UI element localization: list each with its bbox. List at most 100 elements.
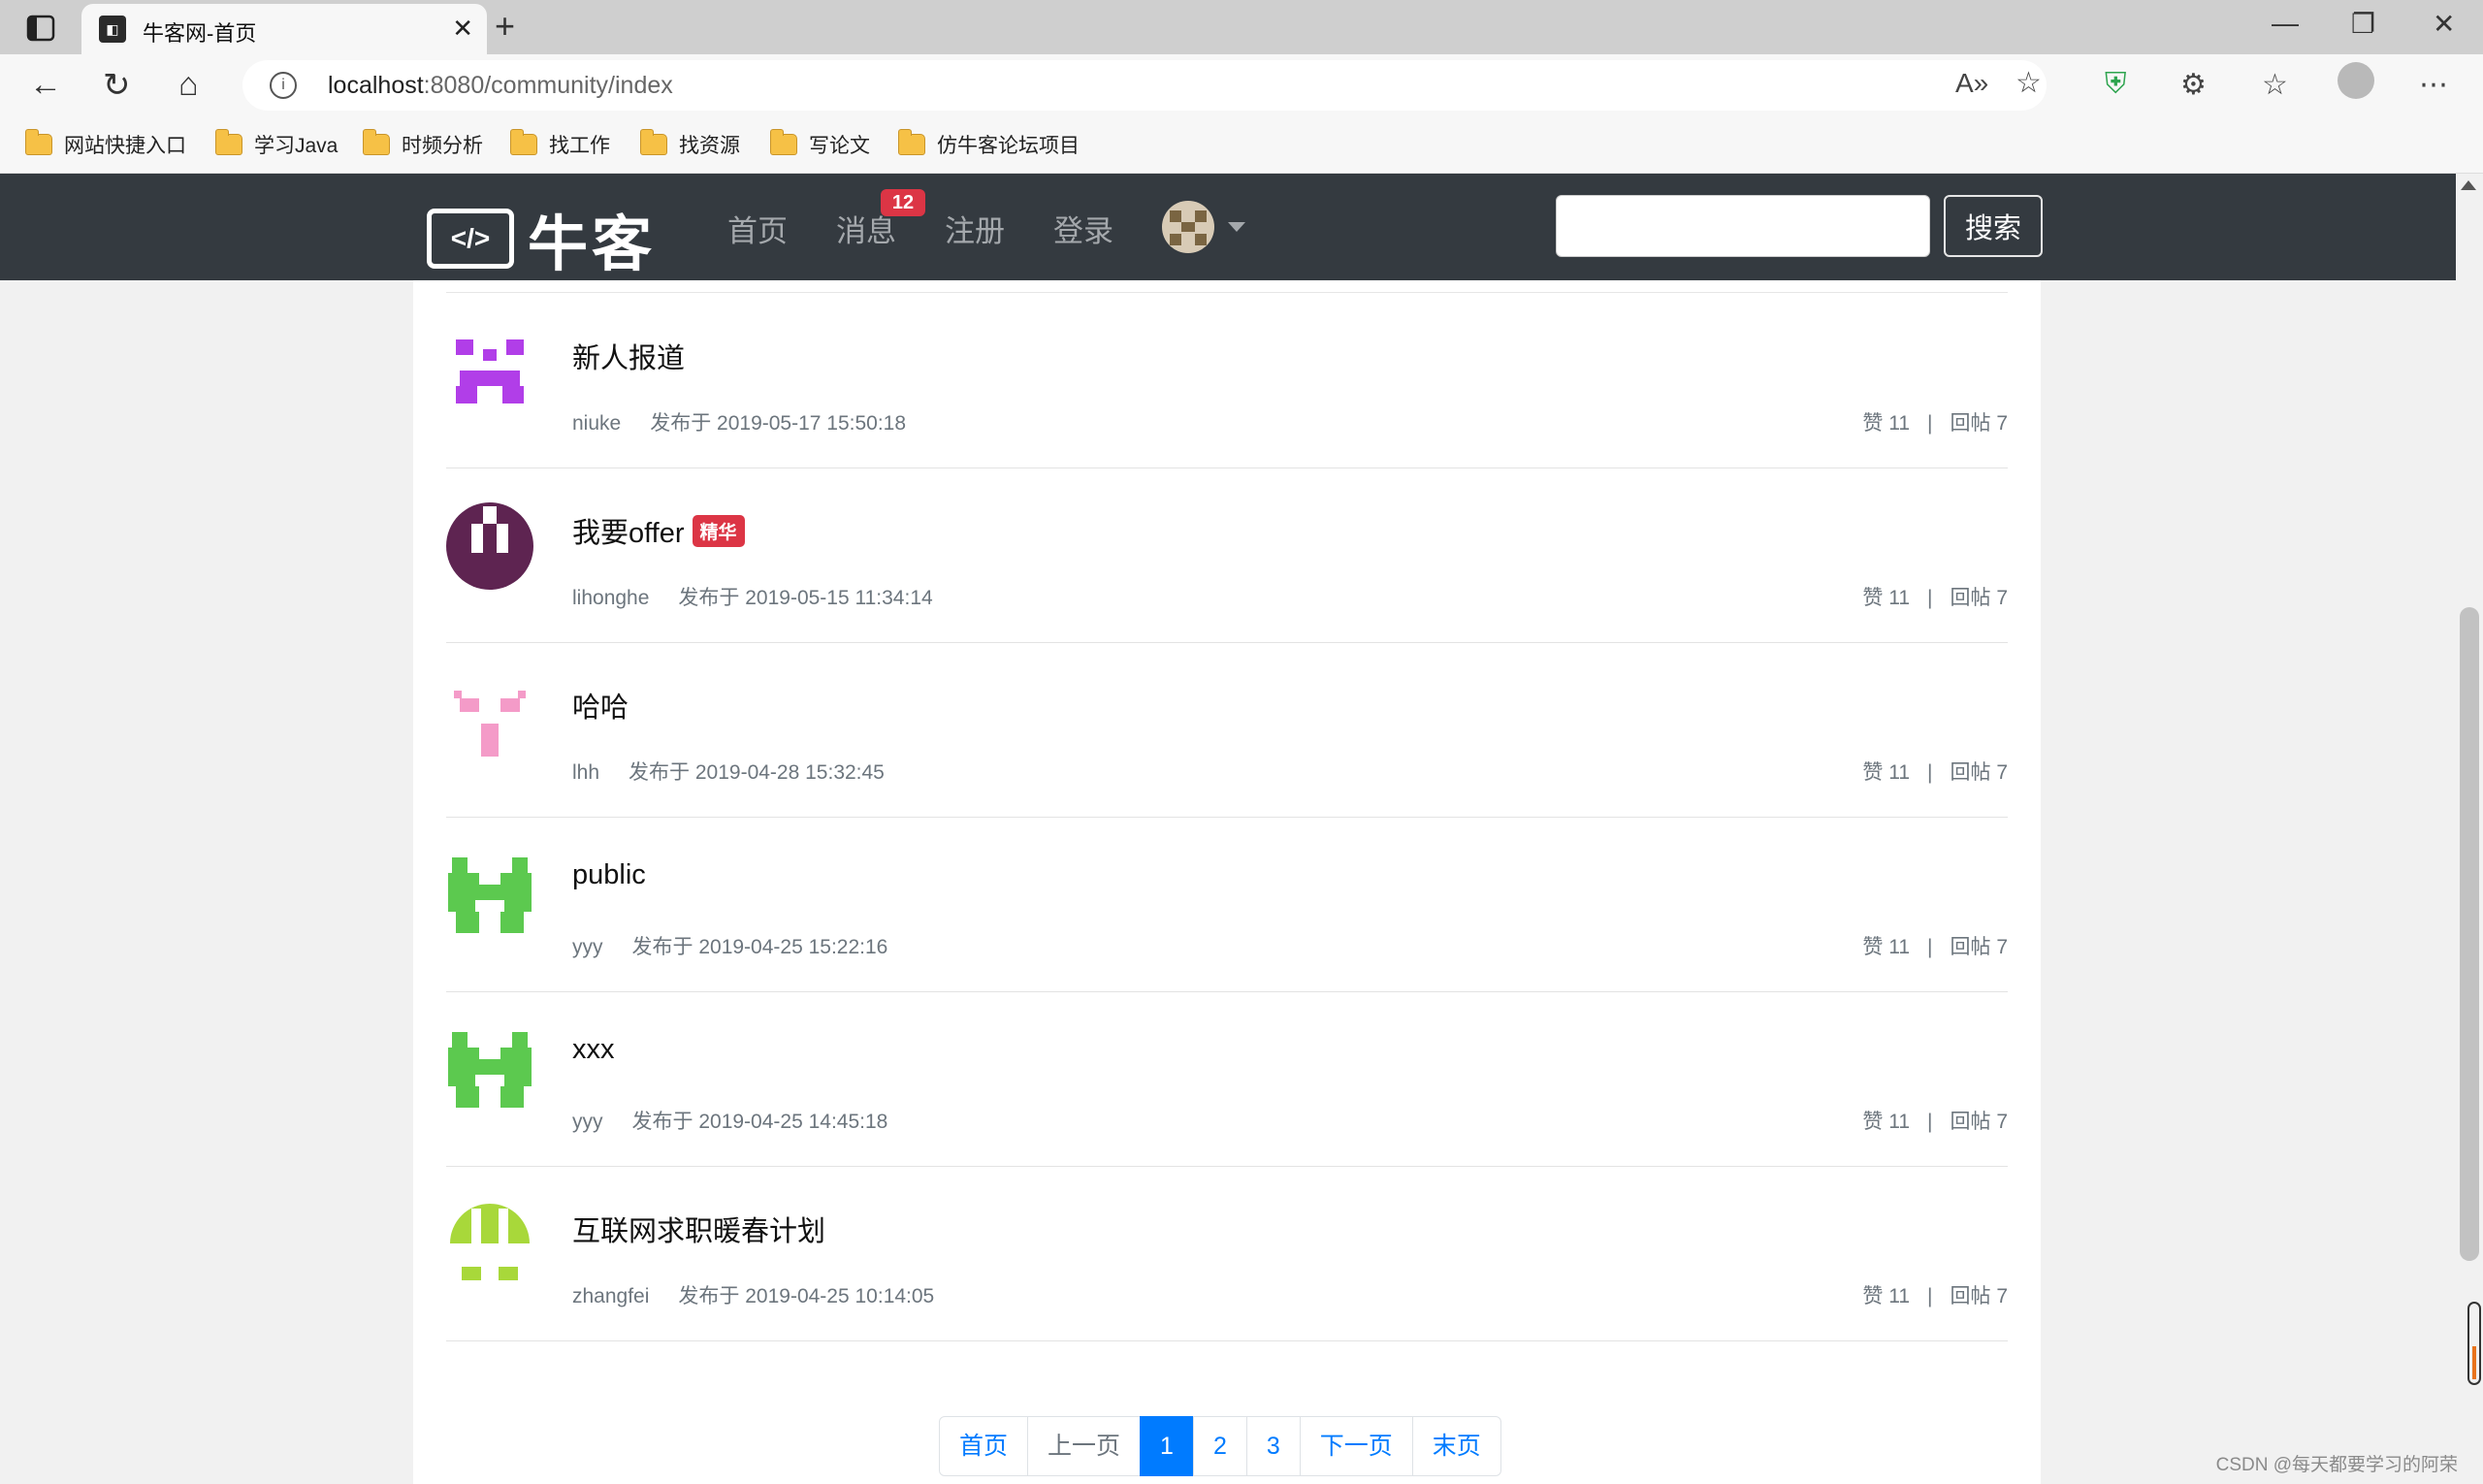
post-title: 哈哈 — [572, 693, 629, 724]
page-next-link[interactable]: 下一页 — [1299, 1416, 1413, 1476]
post-avatar[interactable] — [446, 852, 533, 939]
page-3-link[interactable]: 3 — [1245, 1416, 1301, 1476]
read-aloud-icon[interactable]: A» — [1955, 68, 1988, 99]
bookmark-label: 网站快捷入口 — [64, 135, 186, 157]
search-button[interactable]: 搜索 — [1944, 195, 2043, 257]
bookmark-folder[interactable]: 写论文 — [770, 129, 870, 159]
tab-close-icon[interactable]: ✕ — [452, 14, 473, 44]
post-replies: 回帖 7 — [1950, 1111, 2008, 1133]
post-author[interactable]: lhh — [572, 761, 599, 784]
bookmark-folder[interactable]: 时频分析 — [363, 129, 483, 159]
post-replies: 回帖 7 — [1950, 761, 2008, 784]
page-prev-link[interactable]: 上一页 — [1027, 1416, 1142, 1476]
page-first-link[interactable]: 首页 — [939, 1416, 1029, 1476]
post-author[interactable]: yyy — [572, 1111, 603, 1133]
post-avatar[interactable] — [446, 328, 533, 415]
post-list-container: 新人报道 niuke 发布于 2019-05-17 15:50:18 赞 11 | 回… — [413, 280, 2041, 1484]
page-2-link[interactable]: 2 — [1192, 1416, 1247, 1476]
post-time: 发布于 2019-04-25 15:22:16 — [631, 936, 888, 958]
post-stats: 赞 11 | 回帖 7 — [1862, 1285, 2008, 1307]
post-author[interactable]: niuke — [572, 412, 621, 435]
side-tool-icon[interactable] — [2467, 1302, 2481, 1385]
post-title: xxx — [572, 1034, 615, 1065]
site-info-icon[interactable]: i — [270, 72, 297, 99]
post-meta: lhh 发布于 2019-04-28 15:32:45 — [572, 757, 885, 786]
post-avatar[interactable] — [446, 677, 533, 764]
tab-actions-icon[interactable] — [21, 12, 60, 45]
page-1-link[interactable]: 1 — [1140, 1416, 1194, 1476]
post-title-link[interactable]: 新人报道 — [572, 336, 685, 376]
nav-home-link[interactable]: 首页 — [727, 207, 788, 250]
bookmark-label: 找工作 — [549, 135, 610, 157]
minimize-icon[interactable]: — — [2272, 8, 2299, 39]
logo-mark-icon: </> — [427, 209, 514, 269]
more-menu-icon[interactable]: ⋯ — [2419, 68, 2448, 102]
search-input[interactable] — [1556, 195, 1930, 257]
post-replies: 回帖 7 — [1950, 412, 2008, 435]
bookmark-folder[interactable]: 网站快捷入口 — [25, 129, 186, 159]
post-meta: zhangfei 发布于 2019-04-25 10:14:05 — [572, 1280, 934, 1309]
folder-icon — [770, 129, 797, 155]
bookmark-folder[interactable]: 找资源 — [640, 129, 740, 159]
restore-icon[interactable]: ❐ — [2351, 8, 2375, 40]
post-replies: 回帖 7 — [1950, 587, 2008, 609]
bookmark-label: 写论文 — [809, 135, 870, 157]
post-title-link[interactable]: 互联网求职暖春计划 — [572, 1209, 825, 1249]
post-title: 互联网求职暖春计划 — [572, 1216, 826, 1247]
browser-tab-active[interactable]: ◧ 牛客网-首页 ✕ — [81, 4, 487, 54]
message-count-badge: 12 — [881, 189, 925, 216]
folder-icon — [898, 129, 925, 155]
add-favorite-icon[interactable]: ☆ — [2015, 66, 2042, 100]
post-title-link[interactable]: 哈哈 — [572, 685, 629, 726]
post-item: 我要offer 精华 lihonghe 发布于 2019-05-15 11:34:1… — [446, 468, 2008, 643]
extensions-icon[interactable]: ⚙ — [2180, 68, 2207, 102]
window-close-icon[interactable]: ✕ — [2433, 8, 2455, 40]
bookmark-folder[interactable]: 找工作 — [510, 129, 610, 159]
post-replies: 回帖 7 — [1950, 1285, 2008, 1307]
post-time: 发布于 2019-04-25 14:45:18 — [631, 1111, 888, 1133]
scroll-up-arrow-icon[interactable] — [2461, 180, 2476, 190]
post-time: 发布于 2019-04-25 10:14:05 — [678, 1285, 935, 1307]
post-likes: 赞 11 — [1862, 587, 1911, 609]
post-meta: yyy 发布于 2019-04-25 14:45:18 — [572, 1106, 887, 1135]
profile-icon[interactable] — [2338, 62, 2374, 99]
home-icon[interactable]: ⌂ — [178, 66, 199, 104]
post-author[interactable]: yyy — [572, 936, 603, 958]
page-last-link[interactable]: 末页 — [1411, 1416, 1501, 1476]
user-dropdown-caret-icon[interactable] — [1228, 222, 1245, 232]
favorites-icon[interactable]: ☆ — [2262, 68, 2288, 102]
bookmark-label: 找资源 — [679, 135, 740, 157]
post-title-link[interactable]: public — [572, 859, 646, 891]
shield-icon[interactable]: ⛨ — [2105, 68, 2127, 101]
post-avatar[interactable] — [446, 1026, 533, 1113]
post-title: 我要offer — [572, 518, 685, 549]
back-icon[interactable]: ← — [29, 66, 62, 104]
post-stats: 赞 11 | 回帖 7 — [1862, 936, 2008, 958]
nav-register-link[interactable]: 注册 — [945, 207, 1005, 250]
post-avatar[interactable] — [446, 1201, 533, 1288]
scrollbar-thumb[interactable] — [2460, 607, 2479, 1261]
post-avatar[interactable] — [446, 502, 533, 590]
bookmark-folder[interactable]: 仿牛客论坛项目 — [898, 129, 1080, 159]
nav-login-link[interactable]: 登录 — [1053, 207, 1113, 250]
post-author[interactable]: lihonghe — [572, 587, 649, 609]
post-stats: 赞 11 | 回帖 7 — [1862, 1111, 2008, 1133]
featured-badge: 精华 — [692, 514, 745, 547]
browser-tab-bar: ◧ 牛客网-首页 ✕ + — ❐ ✕ — [0, 0, 2483, 54]
site-logo[interactable]: </> 牛客 — [427, 195, 656, 282]
new-tab-icon[interactable]: + — [495, 6, 515, 47]
url-text[interactable]: localhost:8080/community/index — [328, 72, 673, 100]
bookmark-folder[interactable]: 学习Java — [215, 129, 338, 159]
folder-icon — [363, 129, 390, 155]
folder-icon — [510, 129, 537, 155]
post-author[interactable]: zhangfei — [572, 1285, 649, 1307]
post-replies: 回帖 7 — [1950, 936, 2008, 958]
address-toolbar: ← ↻ ⌂ i localhost:8080/community/index A… — [0, 54, 2483, 118]
refresh-icon[interactable]: ↻ — [103, 66, 131, 105]
post-title-link[interactable]: 我要offer 精华 — [572, 510, 745, 551]
post-title-link[interactable]: xxx — [572, 1034, 615, 1066]
user-avatar[interactable] — [1162, 201, 1214, 253]
address-bar[interactable]: i localhost:8080/community/index A» ☆ — [242, 60, 2047, 111]
folder-icon — [640, 129, 667, 155]
post-likes: 赞 11 — [1862, 761, 1911, 784]
